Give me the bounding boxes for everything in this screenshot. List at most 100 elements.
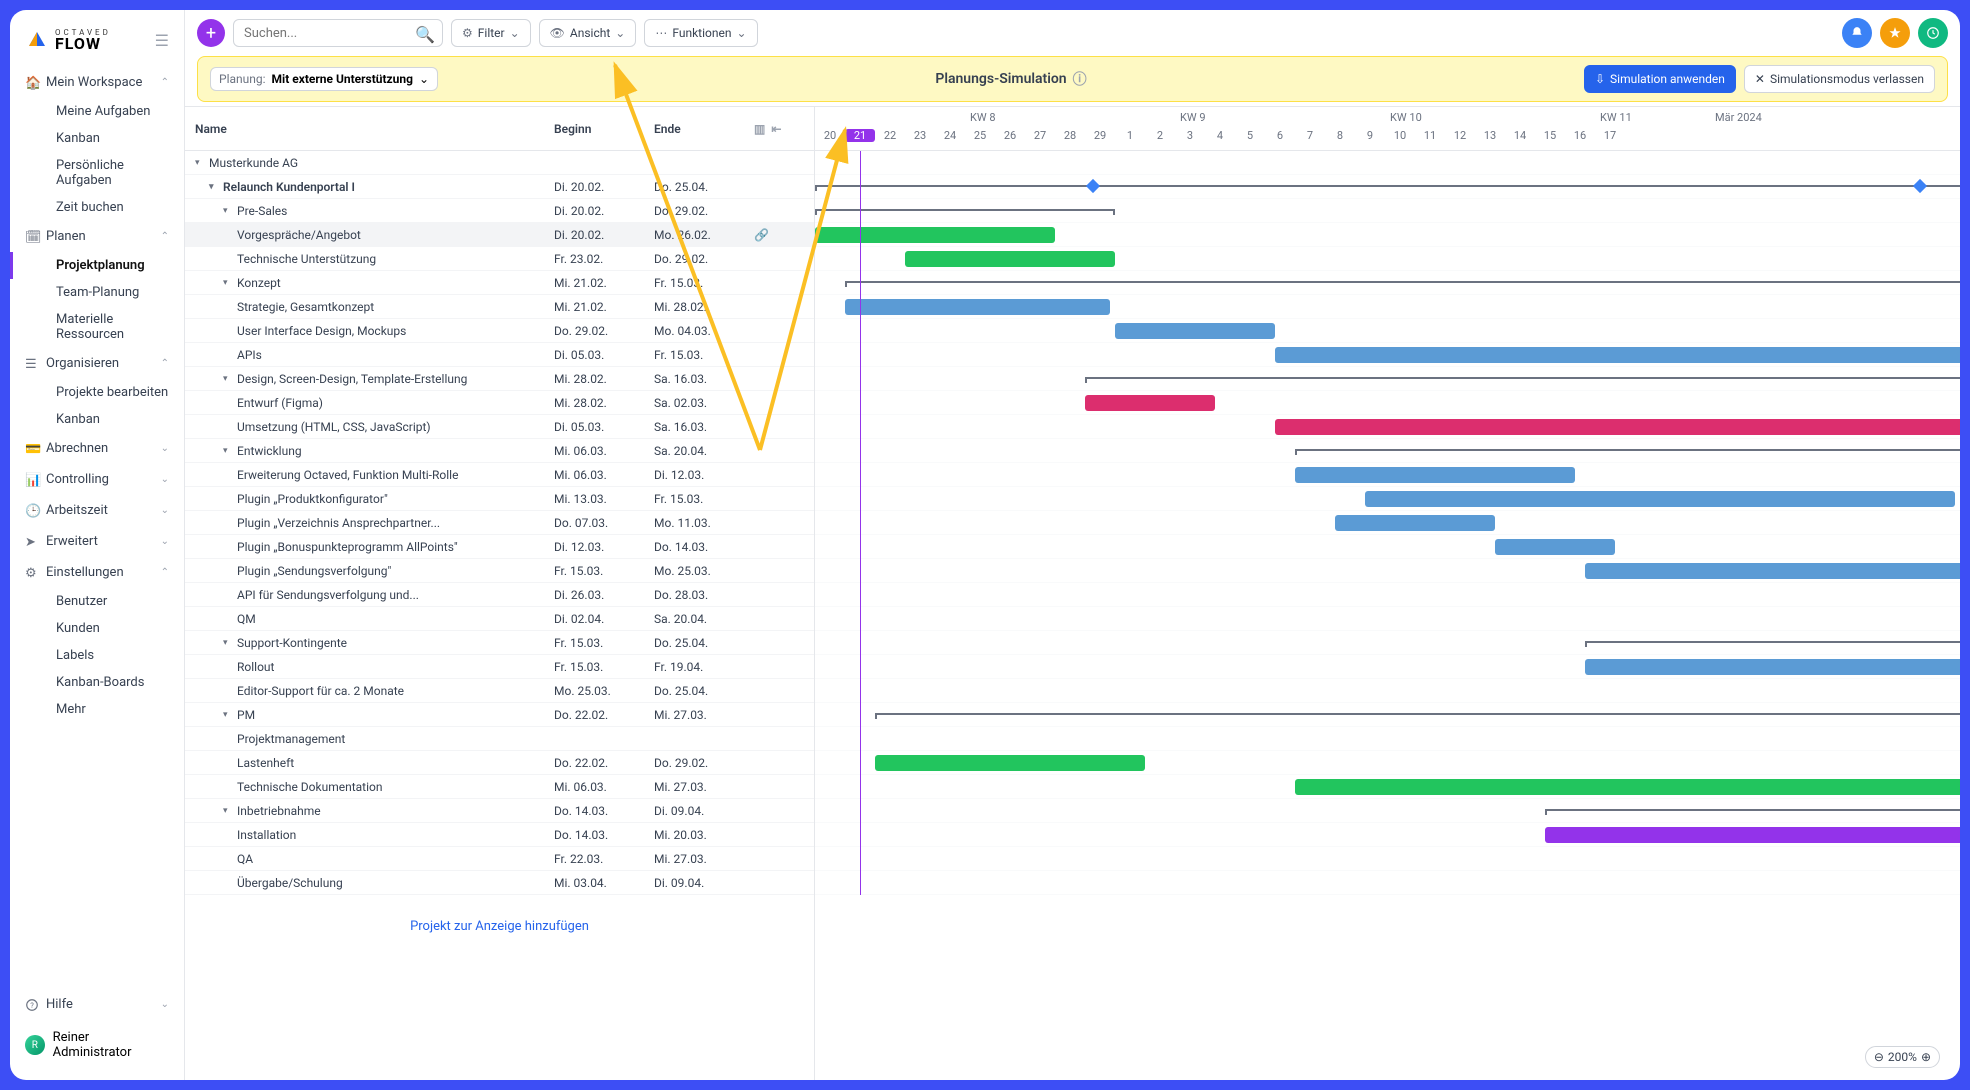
caret-down-icon[interactable]: ▾ xyxy=(223,374,233,384)
day-cell[interactable]: 3 xyxy=(1175,129,1205,142)
caret-down-icon[interactable]: ▾ xyxy=(223,710,233,720)
gantt-bar[interactable] xyxy=(845,299,1110,315)
day-cell[interactable]: 20 xyxy=(815,129,845,142)
functions-button[interactable]: ⋯Funktionen⌄ xyxy=(644,19,757,47)
caret-down-icon[interactable]: ▾ xyxy=(223,278,233,288)
nav-item-kunden[interactable]: Kunden xyxy=(10,615,184,642)
info-icon[interactable]: ⓘ xyxy=(1073,69,1087,89)
table-row[interactable]: ▾Musterkunde AG xyxy=(185,151,814,175)
table-row[interactable]: Technische DokumentationMi. 06.03.Mi. 27… xyxy=(185,775,814,799)
gantt-bar[interactable] xyxy=(1295,467,1575,483)
gantt-bar[interactable] xyxy=(1585,563,1960,579)
user-row[interactable]: R Reiner Administrator xyxy=(10,1020,184,1070)
nav-item-projekte-bearbeiten[interactable]: Projekte bearbeiten xyxy=(10,379,184,406)
timer-button[interactable] xyxy=(1918,18,1948,48)
table-row[interactable]: ▾Relaunch Kundenportal IDi. 20.02.Do. 25… xyxy=(185,175,814,199)
table-row[interactable]: QMDi. 02.04.Sa. 20.04. xyxy=(185,607,814,631)
nav-item-kanban-boards[interactable]: Kanban-Boards xyxy=(10,669,184,696)
gantt-bar[interactable] xyxy=(1295,779,1960,795)
gantt-bar[interactable] xyxy=(1275,347,1960,363)
star-button[interactable] xyxy=(1880,18,1910,48)
gantt-bar[interactable] xyxy=(815,227,1055,243)
day-cell[interactable]: 6 xyxy=(1265,129,1295,142)
milestone-diamond[interactable] xyxy=(1086,179,1100,193)
gantt-summary-bar[interactable] xyxy=(875,713,1960,715)
table-row[interactable]: Vorgespräche/AngebotDi. 20.02.Mo. 26.02.… xyxy=(185,223,814,247)
caret-down-icon[interactable]: ▾ xyxy=(223,638,233,648)
caret-down-icon[interactable]: ▾ xyxy=(223,806,233,816)
day-cell[interactable]: 24 xyxy=(935,129,965,142)
day-cell[interactable]: 26 xyxy=(995,129,1025,142)
gantt-bar[interactable] xyxy=(1085,395,1215,411)
day-cell[interactable]: 21 xyxy=(845,129,875,142)
gantt-bar[interactable] xyxy=(1545,827,1960,843)
search-input[interactable] xyxy=(233,19,443,47)
day-cell[interactable]: 22 xyxy=(875,129,905,142)
day-cell[interactable]: 12 xyxy=(1445,129,1475,142)
day-cell[interactable]: 16 xyxy=(1565,129,1595,142)
gantt-bar[interactable] xyxy=(1335,515,1495,531)
add-button[interactable]: + xyxy=(197,19,225,47)
nav-group-mein-workspace[interactable]: 🏠Mein Workspace⌃ xyxy=(10,67,184,98)
day-cell[interactable]: 2 xyxy=(1145,129,1175,142)
nav-item-projektplanung[interactable]: Projektplanung xyxy=(10,252,184,279)
col-begin[interactable]: Beginn xyxy=(554,122,654,136)
filter-button[interactable]: ⚙Filter⌄ xyxy=(451,19,531,47)
nav-item-kanban[interactable]: Kanban xyxy=(10,125,184,152)
gantt-chart[interactable]: KW 8KW 9KW 10KW 11Mär 202420212223242526… xyxy=(815,106,1960,1080)
gantt-summary-bar[interactable] xyxy=(1545,809,1960,811)
columns-icon[interactable]: ▥ xyxy=(754,122,765,136)
table-row[interactable]: Editor-Support für ca. 2 MonateMo. 25.03… xyxy=(185,679,814,703)
gantt-summary-bar[interactable] xyxy=(815,185,1960,187)
notifications-button[interactable] xyxy=(1842,18,1872,48)
table-row[interactable]: Plugin „Sendungsverfolgung"Fr. 15.03.Mo.… xyxy=(185,559,814,583)
gantt-summary-bar[interactable] xyxy=(845,281,1960,283)
nav-group-planen[interactable]: 🗓Planen⌃ xyxy=(10,221,184,252)
zoom-out-icon[interactable]: ⊖ xyxy=(1874,1050,1884,1064)
nav-item-team-planung[interactable]: Team-Planung xyxy=(10,279,184,306)
nav-item-benutzer[interactable]: Benutzer xyxy=(10,588,184,615)
day-cell[interactable]: 25 xyxy=(965,129,995,142)
add-project-link[interactable]: Projekt zur Anzeige hinzufügen xyxy=(185,895,814,958)
nav-item-zeit-buchen[interactable]: Zeit buchen xyxy=(10,194,184,221)
zoom-control[interactable]: ⊖ 200% ⊕ xyxy=(1865,1046,1940,1068)
expand-icon[interactable]: ⇤ xyxy=(771,122,781,136)
nav-item-meine-aufgaben[interactable]: Meine Aufgaben xyxy=(10,98,184,125)
day-cell[interactable]: 7 xyxy=(1295,129,1325,142)
nav-item-mehr[interactable]: Mehr xyxy=(10,696,184,723)
hamburger-icon[interactable]: ☰ xyxy=(155,31,169,50)
day-cell[interactable]: 28 xyxy=(1055,129,1085,142)
help-link[interactable]: ? Hilfe ⌄ xyxy=(10,989,184,1020)
apply-simulation-button[interactable]: ⇩Simulation anwenden xyxy=(1584,65,1736,93)
zoom-in-icon[interactable]: ⊕ xyxy=(1921,1050,1931,1064)
gantt-bar[interactable] xyxy=(1275,419,1960,435)
day-cell[interactable]: 9 xyxy=(1355,129,1385,142)
day-cell[interactable]: 17 xyxy=(1595,129,1625,142)
day-cell[interactable]: 10 xyxy=(1385,129,1415,142)
caret-down-icon[interactable]: ▾ xyxy=(223,446,233,456)
nav-group-arbeitszeit[interactable]: 🕒Arbeitszeit⌄ xyxy=(10,495,184,526)
table-row[interactable]: Erweiterung Octaved, Funktion Multi-Roll… xyxy=(185,463,814,487)
gantt-bar[interactable] xyxy=(905,251,1115,267)
table-row[interactable]: ▾KonzeptMi. 21.02.Fr. 15.03. xyxy=(185,271,814,295)
gantt-bar[interactable] xyxy=(1365,491,1955,507)
day-cell[interactable]: 14 xyxy=(1505,129,1535,142)
exit-simulation-button[interactable]: ✕Simulationsmodus verlassen xyxy=(1744,65,1935,93)
nav-group-abrechnen[interactable]: 💳Abrechnen⌄ xyxy=(10,433,184,464)
table-row[interactable]: QAFr. 22.03.Mi. 27.03. xyxy=(185,847,814,871)
table-row[interactable]: Umsetzung (HTML, CSS, JavaScript)Di. 05.… xyxy=(185,415,814,439)
table-row[interactable]: Übergabe/SchulungMi. 03.04.Di. 09.04. xyxy=(185,871,814,895)
day-cell[interactable]: 4 xyxy=(1205,129,1235,142)
table-row[interactable]: ▾Design, Screen-Design, Template-Erstell… xyxy=(185,367,814,391)
gantt-summary-bar[interactable] xyxy=(1585,641,1960,643)
table-row[interactable]: ▾Support-KontingenteFr. 15.03.Do. 25.04. xyxy=(185,631,814,655)
table-row[interactable]: Plugin „Verzeichnis Ansprechpartner...Do… xyxy=(185,511,814,535)
gantt-bar[interactable] xyxy=(875,755,1145,771)
day-cell[interactable]: 5 xyxy=(1235,129,1265,142)
table-row[interactable]: InstallationDo. 14.03.Mi. 20.03. xyxy=(185,823,814,847)
day-cell[interactable]: 15 xyxy=(1535,129,1565,142)
table-row[interactable]: Technische UnterstützungFr. 23.02.Do. 29… xyxy=(185,247,814,271)
nav-group-einstellungen[interactable]: ⚙Einstellungen⌃ xyxy=(10,557,184,588)
table-row[interactable]: Plugin „Bonuspunkteprogramm AllPoints"Di… xyxy=(185,535,814,559)
plan-select[interactable]: Planung: Mit externe Unterstützung ⌄ xyxy=(210,67,438,91)
